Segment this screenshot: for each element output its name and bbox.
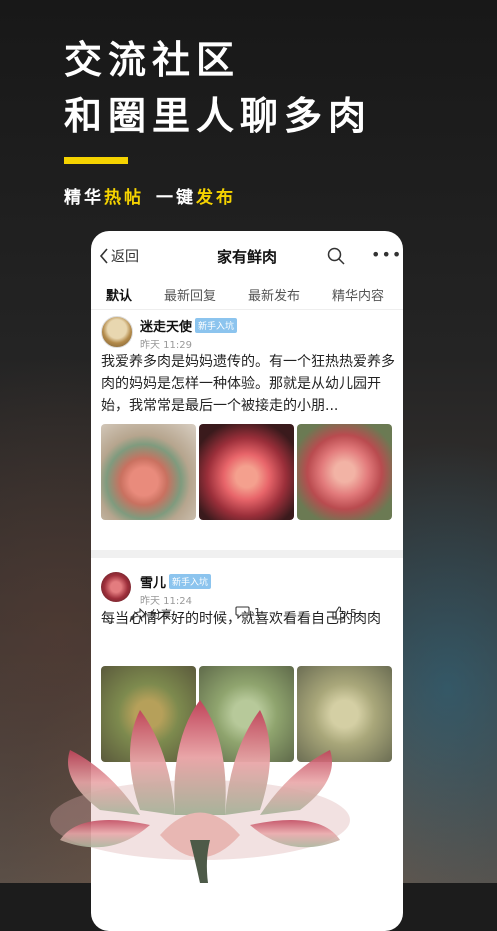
more-icon[interactable]: ••• (371, 245, 402, 264)
tab-default[interactable]: 默认 (106, 285, 132, 304)
search-icon[interactable] (327, 247, 345, 265)
post-images (101, 424, 392, 520)
user-badge: 新手入坑 (169, 574, 212, 589)
post-content[interactable]: 我爱养多肉是妈妈遗传的。有一个狂热热爱养多肉的妈妈是怎样一种体验。那就是从幼儿园… (101, 351, 396, 417)
accent-bar (64, 157, 128, 164)
page-title: 家有鲜肉 (216, 248, 277, 266)
headline-line-2: 和圈里人聊多肉 (64, 94, 373, 138)
headline-line-1: 交流社区 (64, 38, 241, 82)
post-time: 昨天 11:24 (140, 596, 192, 607)
tagline-part-2: 热帖 (104, 188, 144, 208)
tab-latest-post[interactable]: 最新发布 (248, 285, 300, 304)
tagline-part-4: 发布 (196, 188, 236, 208)
tagline-part-1: 精华 (64, 188, 104, 208)
username[interactable]: 迷走天使 (140, 316, 192, 335)
headline: 交流社区 和圈里人聊多肉 (64, 32, 372, 144)
username[interactable]: 雪儿 (140, 572, 166, 591)
post-image[interactable] (199, 424, 294, 520)
post-time: 昨天 11:29 (140, 340, 192, 351)
tab-bar: 默认 最新回复 最新发布 精华内容 (91, 281, 403, 310)
post-image[interactable] (297, 424, 392, 520)
post-content[interactable]: 每当心情不好的时候，就喜欢看看自己的肉肉 (101, 608, 391, 630)
post-image[interactable] (101, 424, 196, 520)
tab-featured[interactable]: 精华内容 (332, 285, 384, 304)
tagline-part-3: 一键 (156, 188, 196, 208)
tagline: 精华热帖 一键发布 (64, 183, 236, 208)
tab-latest-reply[interactable]: 最新回复 (164, 285, 216, 304)
post-divider (91, 550, 403, 558)
top-bar: 返回 家有鲜肉 ••• (91, 231, 403, 281)
succulent-image (50, 700, 350, 883)
avatar[interactable] (101, 572, 131, 602)
user-badge: 新手入坑 (195, 318, 238, 333)
avatar[interactable] (101, 316, 133, 348)
